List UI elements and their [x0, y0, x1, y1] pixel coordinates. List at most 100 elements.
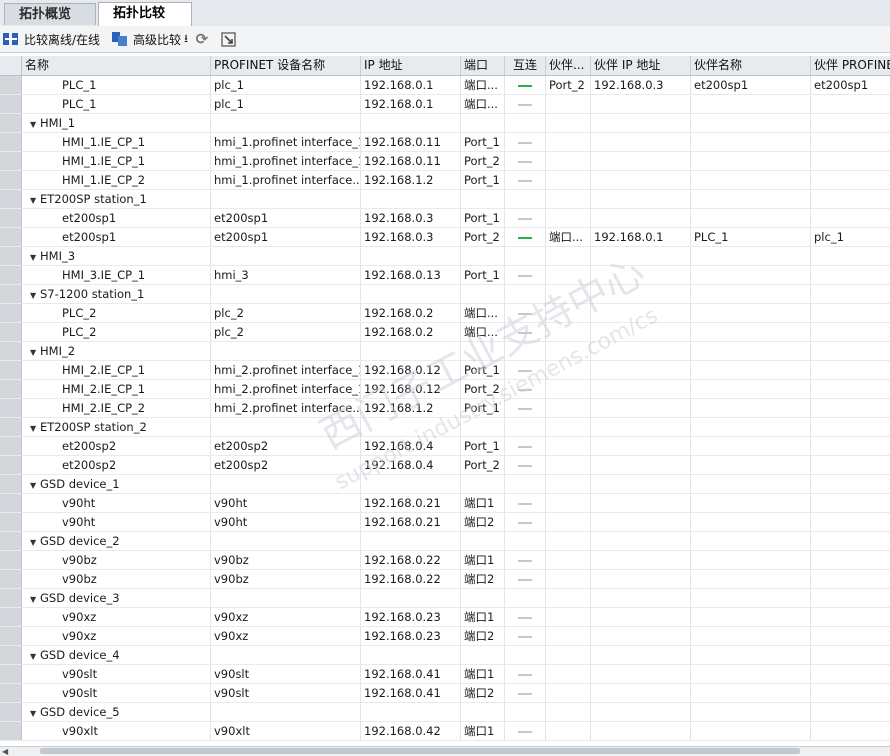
row-selector[interactable] — [0, 627, 22, 646]
row-selector[interactable] — [0, 285, 22, 304]
row-selector[interactable] — [0, 361, 22, 380]
advanced-compare-button[interactable]: 高级比较 ⭳ — [109, 28, 191, 50]
group-row[interactable]: ▼ GSD device_2 — [0, 532, 890, 551]
expand-collapse-icon[interactable]: ▼ — [30, 590, 40, 607]
table-row[interactable]: v90xlt v90xlt 192.168.0.42 端口1 — [0, 722, 890, 741]
tab-topology-compare[interactable]: 拓扑比较 — [98, 2, 192, 26]
row-selector[interactable] — [0, 228, 22, 247]
scrollbar-thumb[interactable] — [40, 748, 800, 754]
table-row[interactable]: HMI_2.IE_CP_1 hmi_2.profinet interface_1 1… — [0, 361, 890, 380]
header-partner-ip[interactable]: 伙伴 IP 地址 — [591, 56, 691, 75]
row-selector[interactable] — [0, 399, 22, 418]
expand-collapse-icon[interactable]: ▼ — [30, 419, 40, 436]
group-row[interactable]: ▼ HMI_2 — [0, 342, 890, 361]
row-selector[interactable] — [0, 190, 22, 209]
row-selector[interactable] — [0, 209, 22, 228]
table-row[interactable]: v90bz v90bz 192.168.0.22 端口2 — [0, 570, 890, 589]
row-selector[interactable] — [0, 418, 22, 437]
row-selector[interactable] — [0, 494, 22, 513]
row-selector[interactable] — [0, 152, 22, 171]
header-partner-port[interactable]: 伙伴... — [546, 56, 591, 75]
group-row[interactable]: ▼ ET200SP station_1 — [0, 190, 890, 209]
table-row[interactable]: HMI_2.IE_CP_2 hmi_2.profinet interface...… — [0, 399, 890, 418]
expand-collapse-icon[interactable]: ▼ — [30, 704, 40, 721]
table-row[interactable]: HMI_1.IE_CP_1 hmi_1.profinet interface_1 1… — [0, 133, 890, 152]
row-selector[interactable] — [0, 551, 22, 570]
expand-collapse-icon[interactable]: ▼ — [30, 191, 40, 208]
row-selector[interactable] — [0, 171, 22, 190]
group-row[interactable]: ▼ GSD device_5 — [0, 703, 890, 722]
expand-collapse-icon[interactable]: ▼ — [30, 115, 40, 132]
empty-cell — [461, 285, 505, 304]
row-selector[interactable] — [0, 532, 22, 551]
ip-cell: 192.168.0.13 — [361, 266, 461, 285]
compare-offline-online-button[interactable]: 比较离线/在线 — [0, 28, 103, 50]
row-selector[interactable] — [0, 95, 22, 114]
group-row[interactable]: ▼ HMI_3 — [0, 247, 890, 266]
table-row[interactable]: et200sp1 et200sp1 192.168.0.3 Port_2 端口... 19… — [0, 228, 890, 247]
expand-collapse-icon[interactable]: ▼ — [30, 476, 40, 493]
tab-topology-overview[interactable]: 拓扑概览 — [4, 3, 96, 25]
synchronize-button[interactable] — [218, 28, 245, 50]
table-row[interactable]: et200sp1 et200sp1 192.168.0.3 Port_1 — [0, 209, 890, 228]
header-port[interactable]: 端口 — [461, 56, 505, 75]
table-row[interactable]: HMI_1.IE_CP_2 hmi_1.profinet interface...… — [0, 171, 890, 190]
table-row[interactable]: v90xz v90xz 192.168.0.23 端口1 — [0, 608, 890, 627]
row-selector[interactable] — [0, 247, 22, 266]
table-row[interactable]: PLC_1 plc_1 192.168.0.1 端口... Port_2 192.168.… — [0, 76, 890, 95]
header-name[interactable]: 名称 — [22, 56, 211, 75]
table-row[interactable]: HMI_2.IE_CP_1 hmi_2.profinet interface_1 1… — [0, 380, 890, 399]
table-row[interactable]: v90ht v90ht 192.168.0.21 端口1 — [0, 494, 890, 513]
group-row[interactable]: ▼ GSD device_4 — [0, 646, 890, 665]
row-selector[interactable] — [0, 665, 22, 684]
table-row[interactable]: v90ht v90ht 192.168.0.21 端口2 — [0, 513, 890, 532]
expand-collapse-icon[interactable]: ▼ — [30, 286, 40, 303]
row-selector[interactable] — [0, 646, 22, 665]
group-row[interactable]: ▼ ET200SP station_2 — [0, 418, 890, 437]
row-selector[interactable] — [0, 304, 22, 323]
row-selector[interactable] — [0, 570, 22, 589]
row-selector[interactable] — [0, 133, 22, 152]
header-partner-profinet[interactable]: 伙伴 PROFINET — [811, 56, 890, 75]
row-selector[interactable] — [0, 342, 22, 361]
expand-collapse-icon[interactable]: ▼ — [30, 533, 40, 550]
header-partner-name[interactable]: 伙伴名称 — [691, 56, 811, 75]
table-row[interactable]: HMI_1.IE_CP_1 hmi_1.profinet interface_1 1… — [0, 152, 890, 171]
row-selector[interactable] — [0, 456, 22, 475]
table-row[interactable]: et200sp2 et200sp2 192.168.0.4 Port_2 — [0, 456, 890, 475]
table-row[interactable]: PLC_2 plc_2 192.168.0.2 端口... — [0, 323, 890, 342]
table-row[interactable]: v90bz v90bz 192.168.0.22 端口1 — [0, 551, 890, 570]
row-selector[interactable] — [0, 684, 22, 703]
row-selector[interactable] — [0, 76, 22, 95]
table-row[interactable]: v90xz v90xz 192.168.0.23 端口2 — [0, 627, 890, 646]
row-selector[interactable] — [0, 589, 22, 608]
group-row[interactable]: ▼ GSD device_1 — [0, 475, 890, 494]
row-selector[interactable] — [0, 703, 22, 722]
header-ip-address[interactable]: IP 地址 — [361, 56, 461, 75]
empty-cell — [505, 247, 546, 266]
row-selector[interactable] — [0, 475, 22, 494]
row-selector[interactable] — [0, 114, 22, 133]
row-selector[interactable] — [0, 513, 22, 532]
row-selector[interactable] — [0, 323, 22, 342]
row-selector[interactable] — [0, 608, 22, 627]
table-row[interactable]: v90slt v90slt 192.168.0.41 端口1 — [0, 665, 890, 684]
table-row[interactable]: HMI_3.IE_CP_1 hmi_3 192.168.0.13 Port_1 — [0, 266, 890, 285]
group-row[interactable]: ▼ HMI_1 — [0, 114, 890, 133]
table-row[interactable]: et200sp2 et200sp2 192.168.0.4 Port_1 — [0, 437, 890, 456]
header-interconnection[interactable]: 互连 — [505, 56, 546, 75]
table-row[interactable]: v90slt v90slt 192.168.0.41 端口2 — [0, 684, 890, 703]
row-selector[interactable] — [0, 437, 22, 456]
expand-collapse-icon[interactable]: ▼ — [30, 343, 40, 360]
expand-collapse-icon[interactable]: ▼ — [30, 647, 40, 664]
row-selector[interactable] — [0, 380, 22, 399]
group-row[interactable]: ▼ S7-1200 station_1 — [0, 285, 890, 304]
row-selector[interactable] — [0, 722, 22, 741]
expand-collapse-icon[interactable]: ▼ — [30, 248, 40, 265]
table-row[interactable]: PLC_2 plc_2 192.168.0.2 端口... — [0, 304, 890, 323]
table-row[interactable]: PLC_1 plc_1 192.168.0.1 端口... — [0, 95, 890, 114]
refresh-button[interactable]: ⟳ — [191, 28, 218, 50]
header-profinet-device-name[interactable]: PROFINET 设备名称 — [211, 56, 361, 75]
row-selector[interactable] — [0, 266, 22, 285]
group-row[interactable]: ▼ GSD device_3 — [0, 589, 890, 608]
